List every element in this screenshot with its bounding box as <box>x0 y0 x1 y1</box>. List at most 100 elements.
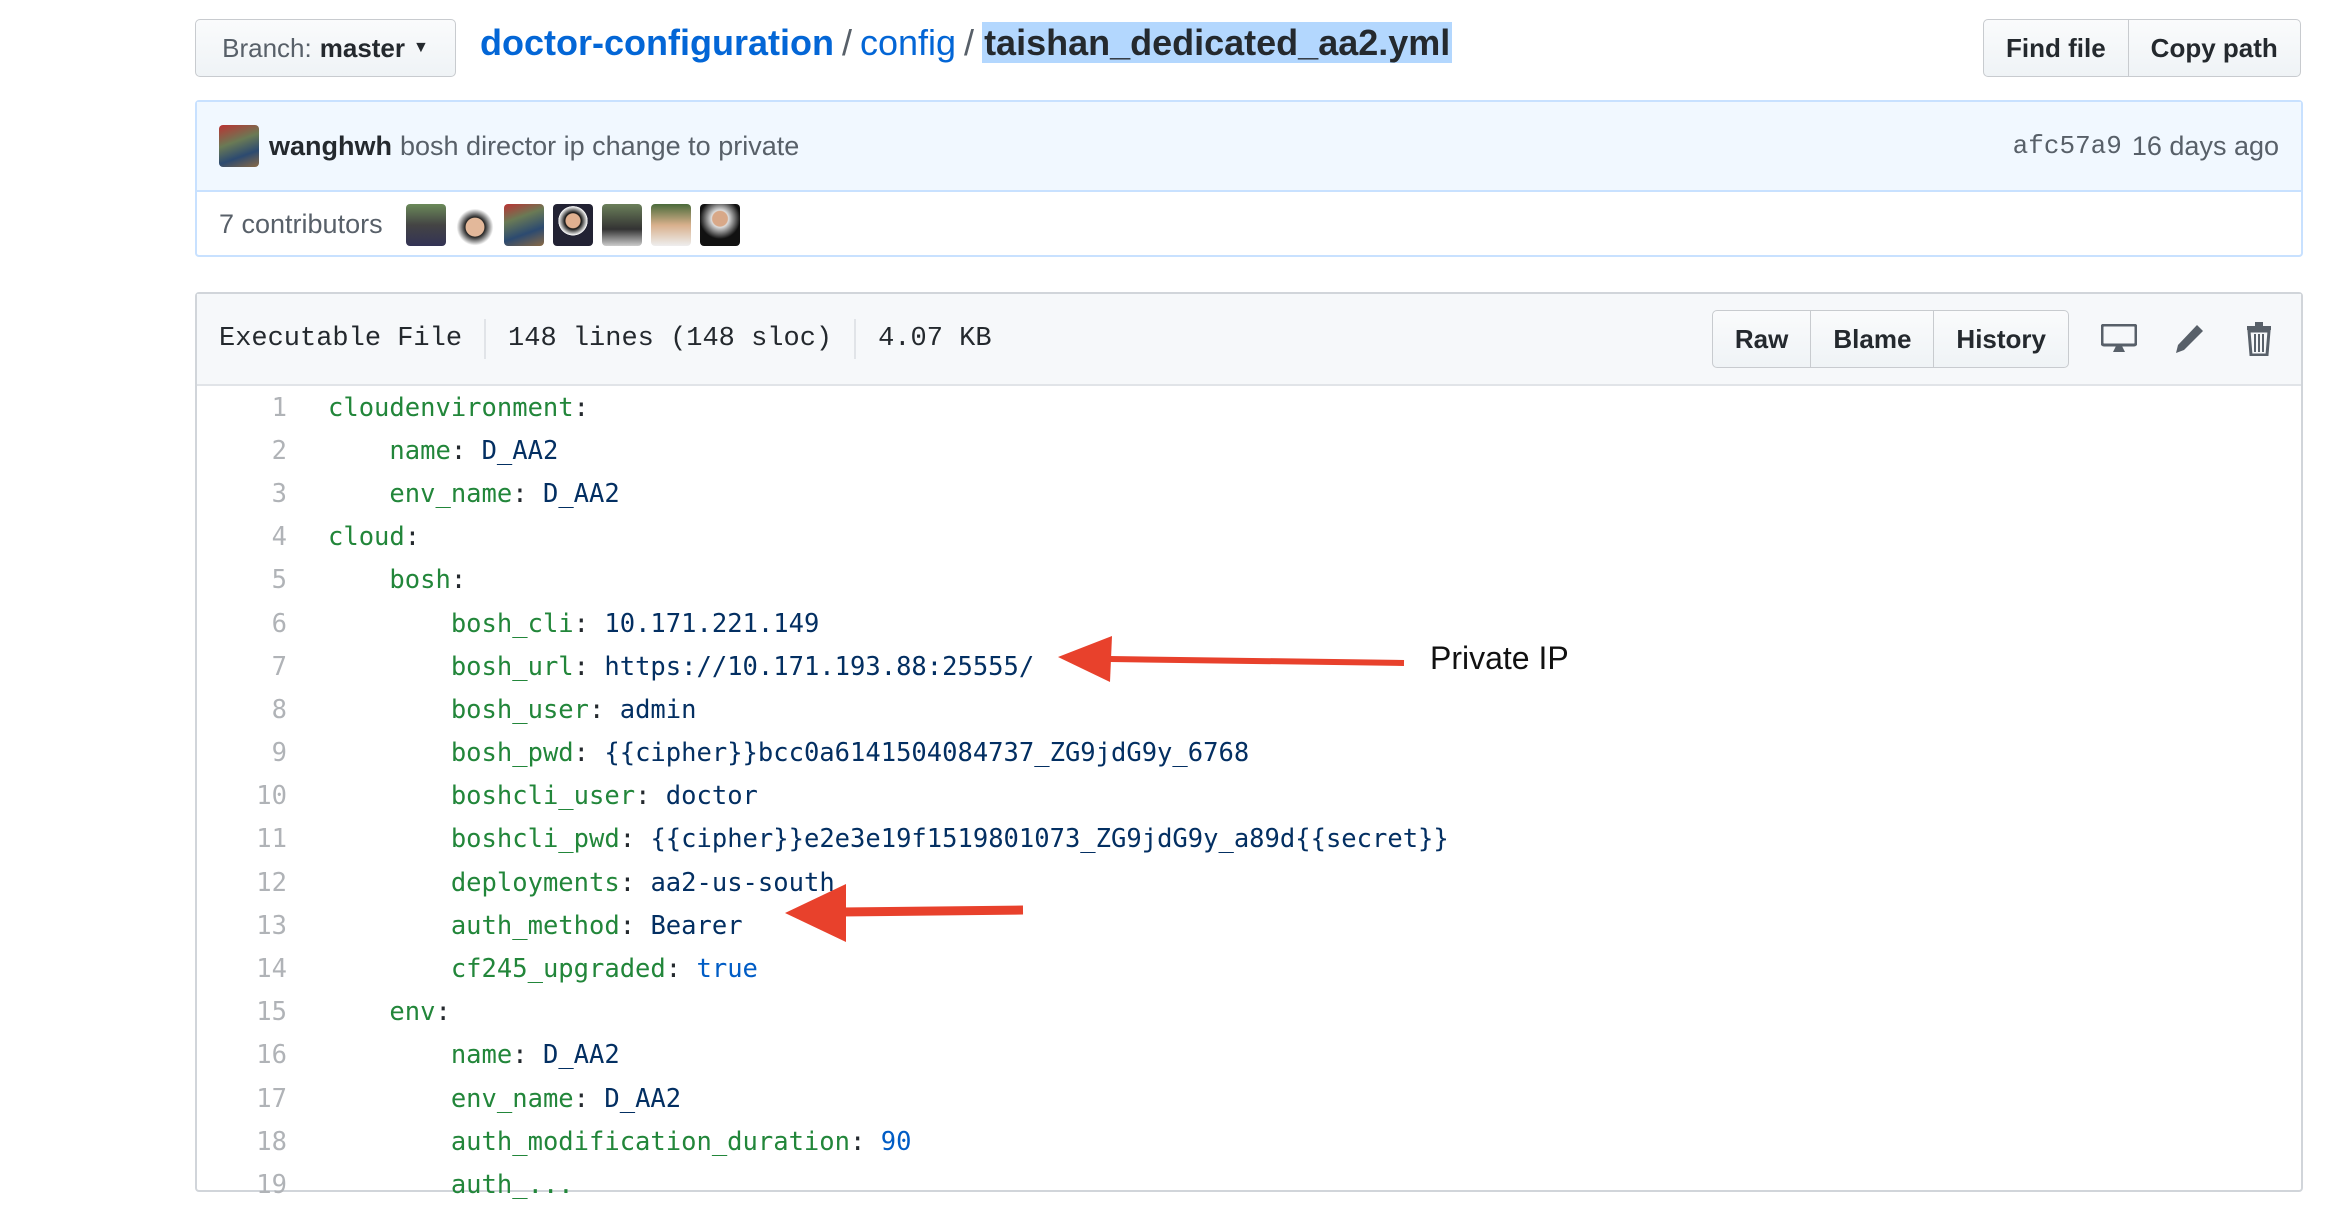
colon: : <box>450 565 467 596</box>
line-number[interactable]: 5 <box>197 565 287 595</box>
yaml-key: auth_modification_duration <box>450 1126 850 1157</box>
contributor-avatar[interactable] <box>650 203 691 246</box>
yaml-value: Bearer <box>650 910 743 941</box>
code-line: 11 boshcli_pwd: {{cipher}}e2e3e19f151980… <box>197 818 2301 861</box>
breadcrumb-repo-link[interactable]: doctor-configuration <box>480 22 834 63</box>
commit-age: 16 days ago <box>2131 130 2279 161</box>
breadcrumb-separator: / <box>964 22 975 63</box>
contributor-avatar[interactable] <box>503 203 544 246</box>
contributor-avatar[interactable] <box>405 203 446 246</box>
yaml-key: cf245_upgraded <box>450 954 666 985</box>
code-line: 5 bosh: <box>197 559 2301 602</box>
yaml-key: cloud <box>328 522 405 553</box>
code-listing: 1 cloudenvironment:2 name: D_AA2 3 env_nam… <box>197 386 2301 1207</box>
yaml-key: boshcli_user <box>450 781 636 812</box>
colon: : <box>850 1126 866 1157</box>
colon: : <box>435 997 451 1028</box>
code-line: 3 env_name: D_AA2 <box>197 472 2301 515</box>
line-number[interactable]: 3 <box>197 479 287 509</box>
yaml-key: auth_... <box>450 1169 574 1200</box>
caret-down-icon: ▼ <box>413 39 429 56</box>
file-view-buttons: Raw Blame History <box>1711 310 2069 368</box>
line-number[interactable]: 4 <box>197 522 287 552</box>
colon: : <box>512 478 528 509</box>
contributor-avatar[interactable] <box>454 203 495 246</box>
yaml-key: env_name <box>389 478 513 509</box>
yaml-value: D_AA2 <box>542 1040 620 1071</box>
commit-message-link[interactable]: bosh director ip change to private <box>400 131 799 162</box>
colon: : <box>665 954 682 985</box>
latest-commit-box: wanghwh bosh director ip change to priva… <box>195 100 2303 257</box>
yaml-value: aa2-us-south <box>650 867 835 898</box>
yaml-key: bosh_url <box>450 651 574 682</box>
colon: : <box>573 608 590 639</box>
file-actions-group: Find file Copy path <box>1983 19 2301 77</box>
desktop-icon[interactable] <box>2099 319 2139 359</box>
line-number[interactable]: 16 <box>197 1040 287 1070</box>
find-file-button[interactable]: Find file <box>1983 19 2129 77</box>
line-number[interactable]: 11 <box>197 824 287 854</box>
line-number[interactable]: 6 <box>197 609 287 639</box>
colon: : <box>635 781 651 812</box>
contributors-count[interactable]: 7 contributors <box>219 209 383 240</box>
yaml-key: bosh_user <box>450 694 589 725</box>
pencil-icon[interactable] <box>2169 319 2209 359</box>
colon: : <box>573 651 590 682</box>
contributor-avatar[interactable] <box>699 203 740 246</box>
line-number[interactable]: 15 <box>197 997 287 1027</box>
code-line: 2 name: D_AA2 <box>197 429 2301 472</box>
yaml-key: boshcli_pwd <box>450 824 620 855</box>
file-viewer: Executable File 148 lines (148 sloc) 4.0… <box>195 292 2303 1200</box>
code-line: 4 cloud: <box>197 516 2301 559</box>
breadcrumb-separator: / <box>841 22 852 63</box>
code-line: 6 bosh_cli: 10.171.221.149 <box>197 602 2301 645</box>
yaml-key: bosh_pwd <box>450 738 574 769</box>
yaml-value: D_AA2 <box>604 1083 682 1114</box>
blame-button[interactable]: Blame <box>1811 310 1935 368</box>
yaml-value: {{cipher}}e2e3e19f1519801073_ZG9jdG9y_a8… <box>650 824 1449 855</box>
breadcrumb: doctor-configuration / config / taishan_dedi… <box>480 22 1453 64</box>
commit-sha-link[interactable]: afc57a9 <box>2013 131 2122 161</box>
contributor-avatar[interactable] <box>552 203 593 246</box>
colon: : <box>619 824 636 855</box>
code-line: 1 cloudenvironment: <box>197 386 2301 429</box>
yaml-value: D_AA2 <box>542 478 620 509</box>
author-avatar[interactable] <box>219 125 259 167</box>
line-number[interactable]: 8 <box>197 695 287 725</box>
code-line: 8 bosh_user: admin <box>197 688 2301 731</box>
history-button[interactable]: History <box>1934 310 2069 368</box>
branch-select-button[interactable]: Branch: master ▼ <box>195 19 456 77</box>
colon: : <box>404 522 421 553</box>
line-number[interactable]: 7 <box>197 652 287 682</box>
breadcrumb-folder-link[interactable]: config <box>860 22 956 63</box>
line-number[interactable]: 2 <box>197 436 287 466</box>
yaml-key: name <box>450 1040 513 1071</box>
colon: : <box>512 1040 528 1071</box>
yaml-value: 10.171.221.149 <box>604 608 820 639</box>
branch-value: master <box>319 32 406 63</box>
line-number[interactable]: 12 <box>197 868 287 898</box>
line-number[interactable]: 13 <box>197 911 287 941</box>
line-number[interactable]: 19 <box>197 1170 287 1200</box>
line-number[interactable]: 18 <box>197 1127 287 1157</box>
trash-icon[interactable] <box>2239 319 2279 359</box>
line-number[interactable]: 17 <box>197 1084 287 1114</box>
colon: : <box>589 694 605 725</box>
commit-author-link[interactable]: wanghwh <box>269 131 392 162</box>
line-number[interactable]: 9 <box>197 738 287 768</box>
branch-label: Branch: <box>222 32 312 63</box>
contributor-avatar[interactable] <box>601 203 642 246</box>
code-line: 17 env_name: D_AA2 <box>197 1077 2301 1120</box>
colon: : <box>573 1083 590 1114</box>
raw-button[interactable]: Raw <box>1711 310 1812 368</box>
line-number[interactable]: 1 <box>197 393 287 423</box>
line-number[interactable]: 14 <box>197 954 287 984</box>
copy-path-button[interactable]: Copy path <box>2128 19 2301 77</box>
yaml-key: env_name <box>450 1083 574 1114</box>
code-line: 15 env: <box>197 991 2301 1034</box>
code-line: 7 bosh_url: https://10.171.193.88:25555/ <box>197 645 2301 688</box>
line-number[interactable]: 10 <box>197 781 287 811</box>
code-line: 18 auth_modification_duration: 90 <box>197 1120 2301 1163</box>
yaml-key: cloudenvironment <box>328 392 574 423</box>
code-line: 13 auth_method: Bearer <box>197 904 2301 947</box>
